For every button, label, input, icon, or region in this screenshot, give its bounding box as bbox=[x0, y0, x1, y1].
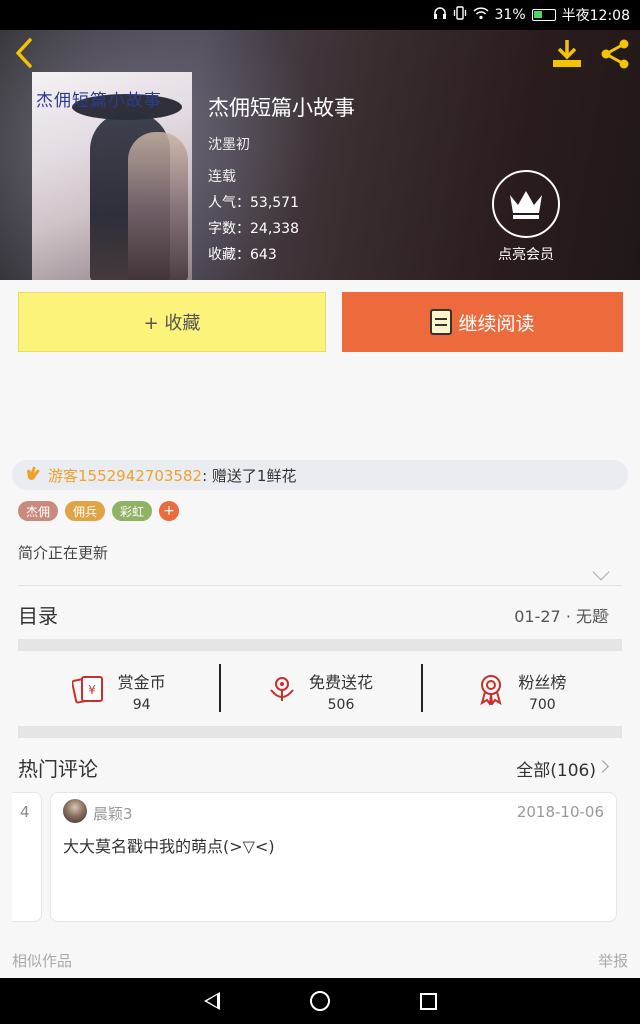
vip-label: 点亮会员 bbox=[498, 247, 554, 263]
gift-message: : 赠送了1鲜花 bbox=[202, 466, 297, 485]
flower-icon bbox=[267, 674, 297, 708]
free-flower-count: 506 bbox=[327, 697, 355, 713]
popularity-stat: 人气：53,571 bbox=[208, 195, 299, 211]
clock: 半夜12:08 bbox=[561, 8, 630, 24]
share-button[interactable] bbox=[598, 38, 632, 70]
gift-notice[interactable]: 游客1552942703582 : 赠送了1鲜花 bbox=[12, 460, 628, 490]
similar-works-label: 相似作品 bbox=[12, 952, 73, 970]
reward-coin-label: 赏金币 bbox=[117, 673, 166, 692]
fan-ranking-label: 粉丝榜 bbox=[518, 673, 567, 692]
reward-coin-count: 94 bbox=[132, 697, 151, 713]
download-icon bbox=[553, 40, 581, 67]
support-stats: ¥ 赏金币 94 免费送花 506 粉丝榜 700 bbox=[18, 656, 622, 726]
reward-coin-button[interactable]: ¥ 赏金币 94 bbox=[18, 656, 219, 726]
avatar[interactable] bbox=[63, 799, 87, 823]
svg-text:¥: ¥ bbox=[88, 683, 96, 697]
book-author[interactable]: 沈墨初 bbox=[208, 134, 250, 154]
crown-icon bbox=[492, 170, 560, 238]
clap-icon bbox=[24, 464, 42, 486]
continue-reading-button[interactable]: 继续阅读 bbox=[342, 292, 623, 352]
chevron-left-icon bbox=[16, 38, 32, 68]
book-status: 连载 bbox=[208, 169, 236, 185]
add-favorite-button[interactable]: + 收藏 bbox=[18, 292, 326, 352]
section-divider bbox=[18, 726, 622, 738]
expand-chevron-icon[interactable] bbox=[592, 563, 610, 581]
nav-recent-apps-icon[interactable] bbox=[419, 992, 437, 1010]
book-icon bbox=[430, 309, 453, 335]
book-title: 杰佣短篇小故事 bbox=[208, 96, 355, 120]
vip-button[interactable]: 点亮会员 bbox=[490, 170, 562, 264]
back-button[interactable] bbox=[10, 36, 44, 70]
cover-art-figure-2 bbox=[128, 132, 188, 280]
tag-caihong[interactable]: 彩虹 bbox=[112, 501, 153, 521]
favorites-stat: 收藏：643 bbox=[208, 247, 277, 263]
battery-icon bbox=[531, 9, 556, 21]
headset-icon bbox=[433, 6, 447, 24]
nav-back-icon[interactable] bbox=[203, 992, 220, 1010]
book-cover[interactable]: 杰佣短篇小故事 bbox=[32, 72, 192, 280]
fan-ranking-count: 700 bbox=[528, 697, 556, 713]
status-bar: 31% 半夜12:08 bbox=[0, 0, 640, 30]
download-button[interactable] bbox=[550, 38, 584, 70]
book-header: 杰佣短篇小故事 杰佣短篇小故事 沈墨初 连载 人气：53,571 字数：24,3… bbox=[0, 30, 640, 280]
tag-yongbing[interactable]: 佣兵 bbox=[65, 501, 106, 521]
section-divider bbox=[18, 639, 622, 651]
comment-text: 大大莫名戳中我的萌点(>▽<) bbox=[63, 837, 275, 856]
free-flower-button[interactable]: 免费送花 506 bbox=[219, 656, 420, 726]
add-tag-button[interactable]: + bbox=[159, 501, 180, 521]
comment-user[interactable]: 晨颖3 bbox=[93, 803, 133, 824]
wifi-icon bbox=[472, 6, 489, 24]
book-intro: 简介正在更新 bbox=[18, 544, 109, 562]
tag-list: 杰佣 佣兵 彩虹 + bbox=[18, 501, 180, 521]
free-flower-label: 免费送花 bbox=[308, 673, 373, 692]
comment-date: 2018-10-06 bbox=[516, 803, 604, 821]
tag-jieyong[interactable]: 杰佣 bbox=[18, 501, 59, 521]
fan-ranking-button[interactable]: 粉丝榜 700 bbox=[420, 656, 622, 726]
medal-icon bbox=[476, 673, 506, 709]
comment-card[interactable]: 晨颖3 2018-10-06 大大莫名戳中我的萌点(>▽<) bbox=[50, 792, 617, 922]
report-link[interactable]: 举报 bbox=[598, 950, 628, 971]
toc-latest-chapter[interactable]: 01-27 · 无题 bbox=[514, 603, 608, 627]
cover-title: 杰佣短篇小故事 bbox=[36, 91, 162, 111]
word-count-stat: 字数：24,338 bbox=[208, 221, 299, 237]
chevron-right-icon bbox=[596, 760, 609, 773]
divider bbox=[18, 585, 622, 586]
gift-user: 游客1552942703582 bbox=[48, 466, 203, 485]
hot-comments-title: 热门评论 bbox=[18, 757, 98, 781]
previous-comment-card[interactable]: 4 bbox=[12, 792, 42, 922]
continue-reading-label: 继续阅读 bbox=[458, 312, 535, 335]
all-comments-link[interactable]: 全部(106) bbox=[516, 756, 596, 781]
share-icon bbox=[601, 39, 629, 69]
system-nav-bar bbox=[0, 978, 640, 1024]
vibrate-icon bbox=[453, 6, 467, 24]
toc-label[interactable]: 目录 bbox=[18, 600, 58, 629]
nav-home-icon[interactable] bbox=[309, 991, 330, 1011]
battery-percent: 31% bbox=[494, 7, 526, 23]
reward-coin-icon: ¥ bbox=[70, 673, 106, 709]
